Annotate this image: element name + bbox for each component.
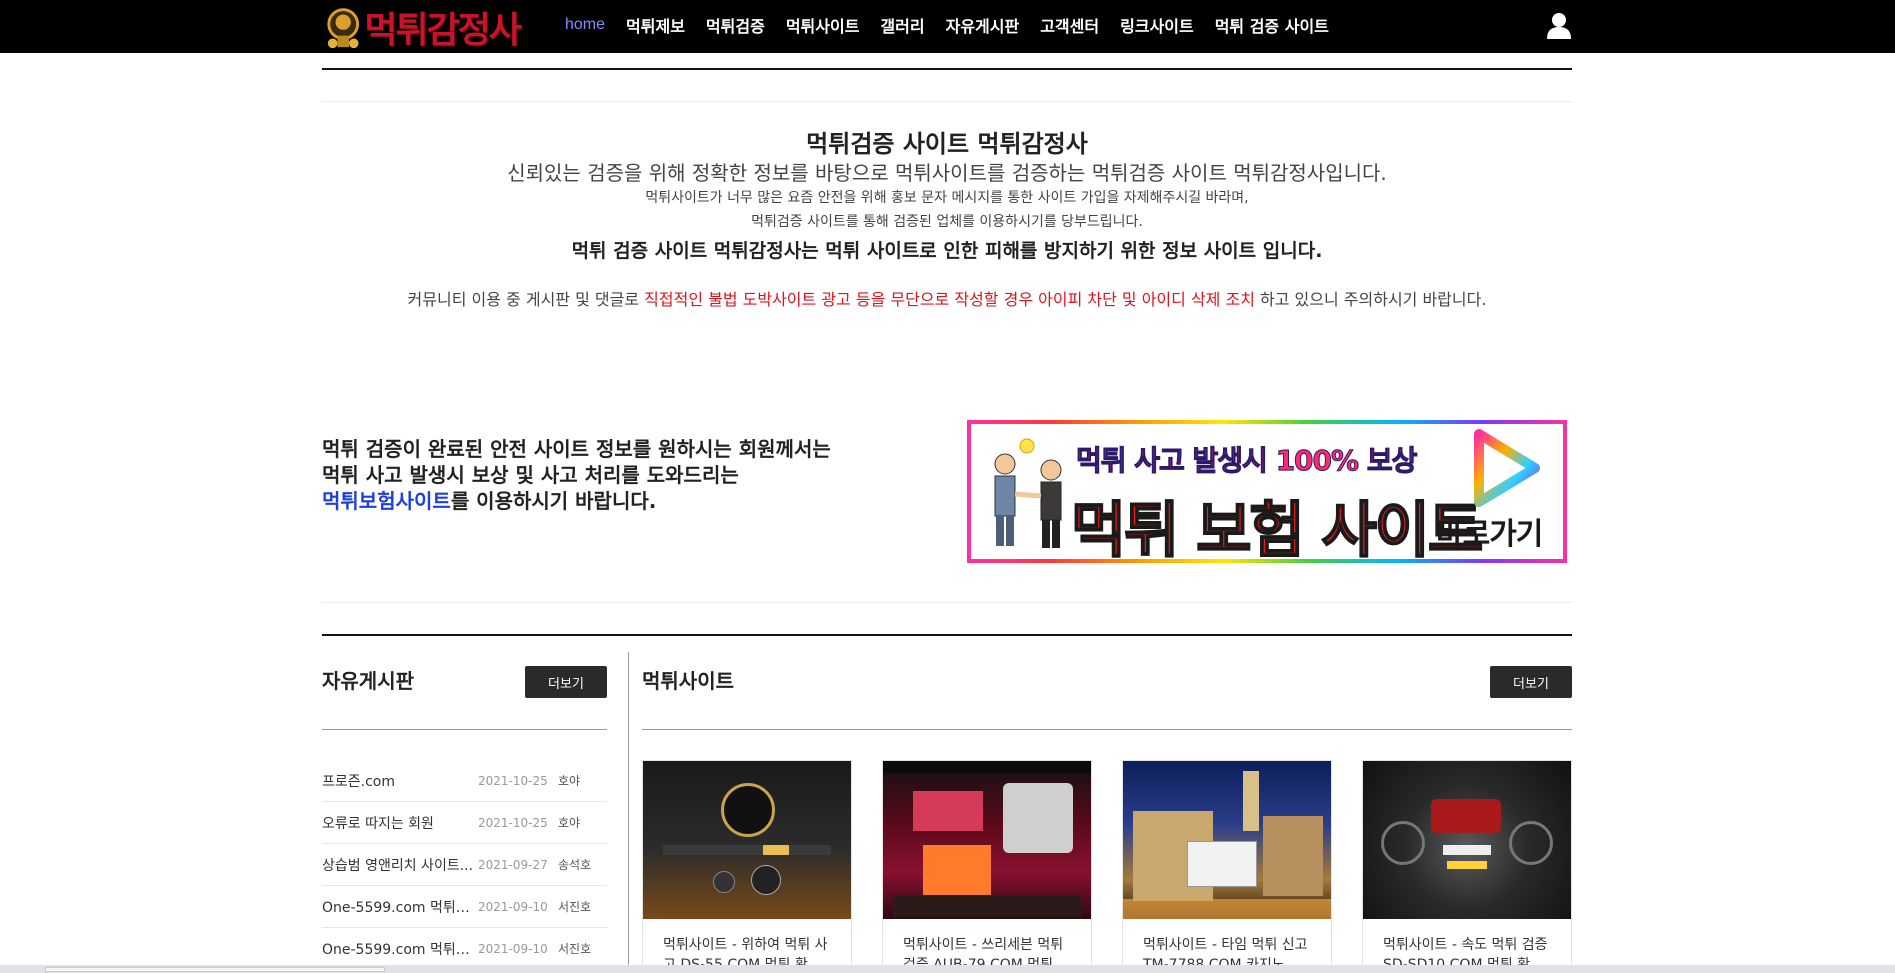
nav-customer-center[interactable]: 고객센터 (1040, 13, 1099, 37)
divider (322, 68, 1572, 70)
intro-title: 먹튀검증 사이트 먹튀감정사 (806, 130, 1088, 158)
site-card[interactable]: 먹튀사이트 - 위하여 먹튀 사고 DS-55.COM 먹튀 확 (642, 760, 852, 973)
divider (322, 101, 1572, 102)
list-item[interactable]: 프로즌.com 2021-10-25 호야 (322, 760, 607, 802)
notice-warning: 직접적인 불법 도박사이트 광고 등을 무단으로 작성할 경우 아이피 차단 및… (644, 290, 1255, 309)
post-author: 호야 (558, 816, 581, 830)
logo-text: 먹튀감정사 (364, 8, 522, 51)
scam-site-cards: 먹튀사이트 - 위하여 먹튀 사고 DS-55.COM 먹튀 확 먹튀사이트 -… (642, 760, 1572, 973)
banner-line-1: 먹튀 사고 발생시 100% 보상 (1075, 444, 1417, 478)
promo-line-3-suffix: 를 이용하시기 바랍니다. (450, 489, 657, 513)
site-logo[interactable]: 먹튀감정사 (324, 0, 522, 53)
divider (322, 729, 607, 730)
post-title[interactable]: 프로즌.com (322, 771, 478, 791)
scam-board-more-button[interactable]: 더보기 (1490, 666, 1572, 698)
column-divider (628, 652, 629, 973)
insurance-banner[interactable]: 먹튀 사고 발생시 100% 보상 먹튀 보험 사이트 바로가기 (967, 420, 1567, 563)
main-nav: home 먹튀제보 먹튀검증 먹튀사이트 갤러리 자유게시판 고객센터 링크사이… (565, 0, 1350, 50)
list-item[interactable]: One-5599.com 먹튀입... 2021-09-10 서진호 (322, 886, 607, 928)
top-navigation-bar: 먹튀감정사 home 먹튀제보 먹튀검증 먹튀사이트 갤러리 자유게시판 고객센… (0, 0, 1895, 53)
promo-line-2: 먹튀 사고 발생시 보상 및 사고 처리를 도와드리는 (322, 463, 739, 487)
card-thumbnail[interactable] (643, 761, 851, 919)
post-date: 2021-09-10 (478, 899, 548, 914)
scam-board-title: 먹튀사이트 (642, 669, 734, 693)
intro-line-2: 먹튀검증 사이트를 통해 검증된 업체를 이용하시기를 당부드립니다. (751, 214, 1143, 230)
horizontal-scrollbar[interactable] (0, 965, 1895, 973)
nav-free-board[interactable]: 자유게시판 (946, 13, 1020, 37)
card-thumbnail[interactable] (883, 761, 1091, 919)
user-icon[interactable] (1546, 12, 1572, 39)
community-notice: 커뮤니티 이용 중 게시판 및 댓글로 직접적인 불법 도박사이트 광고 등을 … (322, 286, 1572, 310)
intro-line-1: 먹튀사이트가 너무 많은 요즘 안전을 위해 홍보 문자 메시지를 통한 사이트… (645, 190, 1249, 206)
free-board-more-button[interactable]: 더보기 (525, 666, 607, 698)
notice-prefix: 커뮤니티 이용 중 게시판 및 댓글로 (407, 290, 645, 309)
post-author: 서진호 (558, 942, 592, 956)
nav-verify[interactable]: 먹튀검증 (706, 13, 765, 37)
card-thumbnail[interactable] (1363, 761, 1571, 919)
post-date: 2021-10-25 (478, 773, 548, 788)
card-thumbnail[interactable] (1123, 761, 1331, 919)
promo-line-3: 먹튀보험사이트를 이용하시기 바랍니다. (322, 488, 882, 514)
divider (322, 634, 1572, 636)
site-card[interactable]: 먹튀사이트 - 쓰리세븐 먹튀 검증 AUB-79.COM 먹튀 (882, 760, 1092, 973)
nav-gallery[interactable]: 갤러리 (880, 13, 924, 37)
post-date: 2021-09-10 (478, 941, 548, 956)
nav-report[interactable]: 먹튀제보 (626, 13, 685, 37)
post-title[interactable]: 오류로 따지는 회원 (322, 813, 478, 833)
play-icon (1474, 429, 1540, 507)
free-board-post-list: 프로즌.com 2021-10-25 호야 오류로 따지는 회원 2021-10… (322, 760, 607, 970)
post-title[interactable]: One-5599.com 먹튀입... (322, 939, 478, 959)
divider (322, 602, 1572, 603)
divider (642, 729, 1572, 730)
banner-line-3: 바로가기 (1436, 517, 1543, 552)
scrollbar-thumb[interactable] (45, 967, 385, 972)
post-author: 호야 (558, 774, 581, 788)
promo-text: 먹튀 검증이 완료된 안전 사이트 정보를 원하시는 회원께서는 먹튀 사고 발… (322, 436, 882, 514)
post-author: 송석호 (558, 858, 592, 872)
logo-emblem-icon (327, 7, 360, 48)
free-board-title: 자유게시판 (322, 669, 414, 693)
post-title[interactable]: 상습범 영앤리치 사이트... (322, 855, 478, 875)
post-date: 2021-09-27 (478, 857, 548, 872)
post-author: 서진호 (558, 900, 592, 914)
intro-section: 먹튀검증 사이트 먹튀감정사 신뢰있는 검증을 위해 정확한 정보를 바탕으로 … (322, 128, 1572, 266)
intro-bold-line: 먹튀 검증 사이트 먹튀감정사는 먹튀 사이트로 인한 피해를 방지하기 위한 … (571, 240, 1323, 262)
post-date: 2021-10-25 (478, 815, 548, 830)
list-item[interactable]: One-5599.com 먹튀입... 2021-09-10 서진호 (322, 928, 607, 970)
nav-verification-site[interactable]: 먹튀 검증 사이트 (1215, 13, 1329, 37)
notice-suffix: 하고 있으니 주의하시기 바랍니다. (1254, 290, 1487, 309)
site-card[interactable]: 먹튀사이트 - 속도 먹튀 검증 SD-SD10.COM 먹튀 확 (1362, 760, 1572, 973)
nav-home[interactable]: home (565, 16, 605, 34)
promo-line-1: 먹튀 검증이 완료된 안전 사이트 정보를 원하시는 회원께서는 (322, 437, 831, 461)
site-card[interactable]: 먹튀사이트 - 타임 먹튀 신고 TM-7788.COM 카지노 (1122, 760, 1332, 973)
post-title[interactable]: One-5599.com 먹튀입... (322, 897, 478, 917)
nav-link-sites[interactable]: 링크사이트 (1120, 13, 1194, 37)
banner-line-2: 먹튀 보험 사이트 (1070, 495, 1484, 559)
banner-inner: 먹튀 사고 발생시 100% 보상 먹튀 보험 사이트 바로가기 (971, 424, 1563, 559)
list-item[interactable]: 오류로 따지는 회원 2021-10-25 호야 (322, 802, 607, 844)
nav-scam-sites[interactable]: 먹튀사이트 (786, 13, 860, 37)
handshake-people-icon (994, 438, 1062, 548)
insurance-site-link[interactable]: 먹튀보험사이트 (322, 489, 451, 513)
intro-subtitle: 신뢰있는 검증을 위해 정확한 정보를 바탕으로 먹튀사이트를 검증하는 먹튀검… (507, 161, 1387, 185)
list-item[interactable]: 상습범 영앤리치 사이트... 2021-09-27 송석호 (322, 844, 607, 886)
